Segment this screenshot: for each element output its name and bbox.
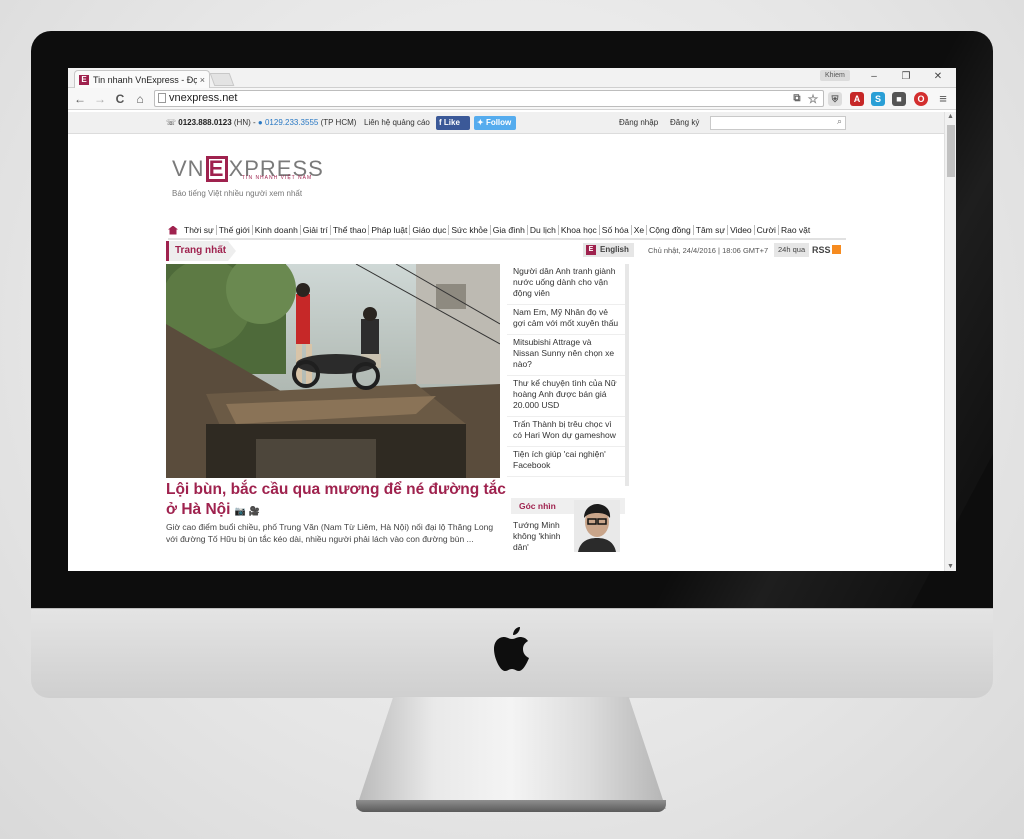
section-tag[interactable]: Trang nhất xyxy=(166,241,236,261)
hero-photo[interactable] xyxy=(166,264,500,478)
menu-item[interactable]: Pháp luật xyxy=(369,225,411,235)
rss-link[interactable]: RSS xyxy=(812,243,841,257)
side-news-item[interactable]: Tiện ích giúp 'cai nghiện' Facebook xyxy=(507,447,625,477)
login-link[interactable]: Đăng nhập xyxy=(619,118,658,127)
goc-nhin-text[interactable]: Tướng Minh không 'khinh dân' xyxy=(513,520,571,553)
extension-shield-icon[interactable]: ⛨ xyxy=(828,92,842,106)
apple-logo-icon xyxy=(494,627,529,671)
register-link[interactable]: Đăng ký xyxy=(670,118,699,127)
site-logo[interactable]: VN E XPRESS TIN NHANH VIỆT NAM xyxy=(172,156,324,182)
scroll-up-icon[interactable]: ▲ xyxy=(947,113,954,120)
columnist-photo[interactable] xyxy=(574,500,620,552)
address-bar[interactable]: vnexpress.net xyxy=(154,90,824,107)
menu-item[interactable]: Giáo dục xyxy=(410,225,450,235)
page-icon xyxy=(158,93,166,103)
site-search-input[interactable]: ⌕ xyxy=(710,116,846,130)
pdf-icon[interactable]: A xyxy=(850,92,864,106)
hero-title[interactable]: Lội bùn, bắc cầu qua mương để né đường t… xyxy=(166,480,506,521)
tw-follow-label: Follow xyxy=(485,118,512,127)
home-button[interactable]: ⌂ xyxy=(132,91,148,107)
back-button[interactable]: ← xyxy=(72,91,88,107)
menu-item[interactable]: Cười xyxy=(755,225,779,235)
translate-icon[interactable]: ⧉ xyxy=(790,92,804,106)
phone-icon: ☏ xyxy=(166,118,177,127)
menu-item[interactable]: Khoa học xyxy=(559,225,600,235)
main-menu: Thời sự Thế giới Kinh doanh Giải trí Thể tha… xyxy=(168,224,812,236)
menu-item[interactable]: Thế giới xyxy=(217,225,253,235)
side-news-item[interactable]: Thư kể chuyện tình của Nữ hoàng Anh được… xyxy=(507,376,625,417)
tab-strip: E Tin nhanh VnExpress - Đọ × Khiem – ❐ ✕ xyxy=(68,68,956,88)
menu-item[interactable]: Thể thao xyxy=(331,225,370,235)
close-window-button[interactable]: ✕ xyxy=(929,70,947,84)
skype-icon[interactable]: S xyxy=(871,92,885,106)
menu-item[interactable]: Số hóa xyxy=(600,225,632,235)
side-news-list[interactable]: Người dân Anh tranh giành nước uống dành… xyxy=(507,264,629,486)
menu-item[interactable]: Xe xyxy=(632,225,648,235)
phone-hn-suffix: (HN) - xyxy=(233,118,256,127)
site-slogan: Báo tiếng Việt nhiều người xem nhất xyxy=(172,189,303,198)
ad-contact-link[interactable]: Liên hệ quảng cáo xyxy=(364,118,430,127)
dateline: Chủ nhật, 24/4/2016 | 18:06 GMT+7 xyxy=(648,246,769,255)
profile-name[interactable]: Khiem xyxy=(820,70,850,81)
bookmark-star-icon[interactable]: ☆ xyxy=(806,92,820,106)
menu-item[interactable]: Tâm sự xyxy=(694,225,729,235)
side-news-item[interactable]: Nam Em, Mỹ Nhân đọ vẻ gợi cảm với mốt xu… xyxy=(507,305,625,335)
side-news-item[interactable]: Mitsubishi Attrage và Nissan Sunny nên c… xyxy=(507,335,625,376)
menu-item[interactable]: Gia đình xyxy=(491,225,528,235)
menu-item[interactable]: Video xyxy=(728,225,755,235)
rss-icon xyxy=(831,245,841,254)
phone-hn: 0123.888.0123 xyxy=(178,118,232,127)
url-text: vnexpress.net xyxy=(169,92,238,104)
menu-item[interactable]: Giải trí xyxy=(301,225,331,235)
forward-button[interactable]: → xyxy=(92,91,108,107)
skype-small-icon: ● xyxy=(257,118,263,127)
opera-icon[interactable]: O xyxy=(914,92,928,106)
menu-item[interactable]: Kinh doanh xyxy=(253,225,301,235)
monitor-stand xyxy=(356,697,666,809)
menu-item[interactable]: Thời sự xyxy=(182,225,217,235)
search-icon[interactable]: ⌕ xyxy=(837,116,842,127)
menu-item[interactable]: Cộng đồng xyxy=(647,225,694,235)
logo-subtitle: TIN NHANH VIỆT NAM xyxy=(242,175,313,181)
24h-button[interactable]: 24h qua xyxy=(774,243,810,257)
logo-vn: VN xyxy=(172,156,205,181)
vnexpress-favicon-icon: E xyxy=(79,74,89,85)
scroll-down-icon[interactable]: ▼ xyxy=(947,563,954,570)
site-topbar: ☏ 0123.888.0123 (HN) - ● 0129.233.3555 (… xyxy=(68,112,944,134)
phone-hcm-suffix: (TP HCM) xyxy=(320,118,357,127)
phone-hcm: 0129.233.3555 xyxy=(264,118,319,127)
facebook-like-button[interactable]: f Like xyxy=(436,116,470,130)
monitor-foot xyxy=(356,800,666,812)
browser-toolbar: ← → C ⌂ vnexpress.net ⧉ ☆ ⛨ A S ■ O ≡ xyxy=(68,88,956,110)
menu-item[interactable]: Sức khỏe xyxy=(449,225,491,235)
media-icons: 📷 🎥 xyxy=(234,506,260,516)
menu-divider xyxy=(168,238,846,240)
scrollbar-thumb[interactable] xyxy=(947,125,955,177)
page-scrollbar[interactable]: ▲ ▼ xyxy=(944,112,956,571)
rss-label: RSS xyxy=(812,245,831,255)
hero-title-text: Lội bùn, bắc cầu qua mương để né đường t… xyxy=(166,481,506,518)
logo-e: E xyxy=(205,156,228,182)
side-news-item[interactable]: Trấn Thành bị trêu chọc vì có Hari Won d… xyxy=(507,417,625,447)
side-news-item[interactable]: Người dân Anh tranh giành nước uống dành… xyxy=(507,264,625,305)
fb-like-label: Like xyxy=(443,118,460,127)
maximize-button[interactable]: ❐ xyxy=(897,70,915,84)
new-tab-button[interactable] xyxy=(209,73,235,86)
hero-lead: Giờ cao điểm buổi chiều, phố Trung Văn (… xyxy=(166,522,494,544)
english-link[interactable]: English xyxy=(583,243,634,257)
twitter-follow-button[interactable]: ✦ Follow xyxy=(474,116,516,130)
tab-title: Tin nhanh VnExpress - Đọ xyxy=(93,74,197,85)
browser-screen: E Tin nhanh VnExpress - Đọ × Khiem – ❐ ✕… xyxy=(68,68,956,571)
menu-item[interactable]: Du lịch xyxy=(528,225,559,235)
browser-tab[interactable]: E Tin nhanh VnExpress - Đọ × xyxy=(74,70,210,88)
home-icon[interactable] xyxy=(168,225,178,235)
evernote-icon[interactable]: ■ xyxy=(892,92,906,106)
hotline: ☏ 0123.888.0123 (HN) - ● 0129.233.3555 (… xyxy=(166,118,356,127)
chrome-menu-icon[interactable]: ≡ xyxy=(936,92,950,106)
minimize-button[interactable]: – xyxy=(865,70,883,84)
menu-item[interactable]: Rao vặt xyxy=(779,225,812,235)
reload-button[interactable]: C xyxy=(112,91,128,107)
tab-close-icon[interactable]: × xyxy=(200,75,205,85)
